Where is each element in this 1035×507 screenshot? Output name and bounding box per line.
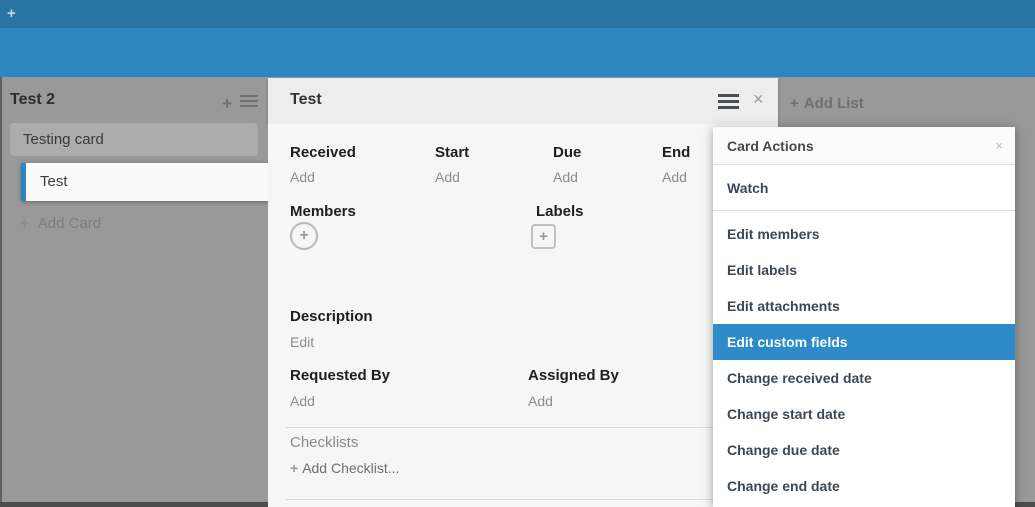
card-detail-close-icon[interactable]: × <box>753 89 764 110</box>
field-end-label: End <box>662 144 690 161</box>
list-title: Test 2 <box>10 91 55 108</box>
add-card-plus-icon: + <box>20 215 29 232</box>
add-member-button[interactable]: + <box>290 222 318 250</box>
card-actions-popup-title: Card Actions <box>727 138 814 154</box>
menu-item-edit-custom-fields[interactable]: Edit custom fields <box>713 324 1015 360</box>
field-due-label: Due <box>553 144 581 161</box>
add-card-label: Add Card <box>38 215 101 232</box>
field-start-label: Start <box>435 144 469 161</box>
checklists-label: Checklists <box>290 434 358 451</box>
description-edit-link[interactable]: Edit <box>290 334 314 350</box>
menu-item-edit-labels[interactable]: Edit labels <box>713 252 1015 288</box>
list-card-test-selected[interactable]: Test <box>21 163 268 201</box>
list-header: Test 2 + <box>10 91 260 113</box>
menu-item-change-end-date[interactable]: Change end date <box>713 468 1015 504</box>
add-checklist-plus-icon: + <box>290 460 298 476</box>
card-detail-body: Received Start Due End Add Add Add Add M… <box>268 124 778 507</box>
requested-by-add-link[interactable]: Add <box>290 393 315 409</box>
card-detail-header: Test × <box>268 78 778 124</box>
list-card-testing-card[interactable]: Testing card <box>10 123 258 156</box>
field-start-add-link[interactable]: Add <box>435 169 460 185</box>
field-received-add-link[interactable]: Add <box>290 169 315 185</box>
assigned-by-add-link[interactable]: Add <box>528 393 553 409</box>
checklists-divider-top <box>286 427 714 428</box>
checklists-divider-bottom <box>286 499 714 500</box>
add-label-button[interactable]: + <box>531 224 556 249</box>
description-label: Description <box>290 308 373 325</box>
navbar-add-icon[interactable]: + <box>7 5 16 23</box>
assigned-by-label: Assigned By <box>528 367 619 384</box>
menu-item-edit-members[interactable]: Edit members <box>713 216 1015 252</box>
list-test2: Test 2 + Testing card Test + Add Card <box>0 77 268 507</box>
menu-item-change-due-date[interactable]: Change due date <box>713 432 1015 468</box>
card-detail-title: Test <box>290 91 322 109</box>
add-list-button[interactable]: + Add List <box>790 95 864 112</box>
add-checklist-link[interactable]: +Add Checklist... <box>290 460 399 476</box>
menu-item-change-received-date[interactable]: Change received date <box>713 360 1015 396</box>
field-received-label: Received <box>290 144 356 161</box>
field-due-add-link[interactable]: Add <box>553 169 578 185</box>
menu-item-watch[interactable]: Watch <box>713 165 1015 211</box>
card-actions-popup: Card Actions × Watch Edit members Edit l… <box>713 127 1015 507</box>
add-card-button[interactable]: + Add Card <box>20 215 101 232</box>
add-checklist-label: Add Checklist... <box>302 460 399 476</box>
menu-item-edit-attachments[interactable]: Edit attachments <box>713 288 1015 324</box>
card-actions-menu-items: Edit members Edit labels Edit attachment… <box>713 211 1015 504</box>
board-left-edge <box>0 77 2 507</box>
top-navbar: + <box>0 0 1035 28</box>
list-menu-icon[interactable] <box>240 92 258 110</box>
members-label: Members <box>290 203 356 220</box>
add-list-plus-icon: + <box>790 95 799 112</box>
field-end-add-link[interactable]: Add <box>662 169 687 185</box>
list-add-icon[interactable]: + <box>222 94 232 113</box>
card-detail-menu-icon[interactable] <box>718 94 739 112</box>
card-actions-popup-close-icon[interactable]: × <box>995 138 1003 153</box>
card-actions-popup-header: Card Actions × <box>713 127 1015 165</box>
requested-by-label: Requested By <box>290 367 390 384</box>
labels-label: Labels <box>536 203 584 220</box>
menu-item-change-start-date[interactable]: Change start date <box>713 396 1015 432</box>
board-header-bar <box>0 28 1035 77</box>
add-list-label: Add List <box>804 95 864 112</box>
